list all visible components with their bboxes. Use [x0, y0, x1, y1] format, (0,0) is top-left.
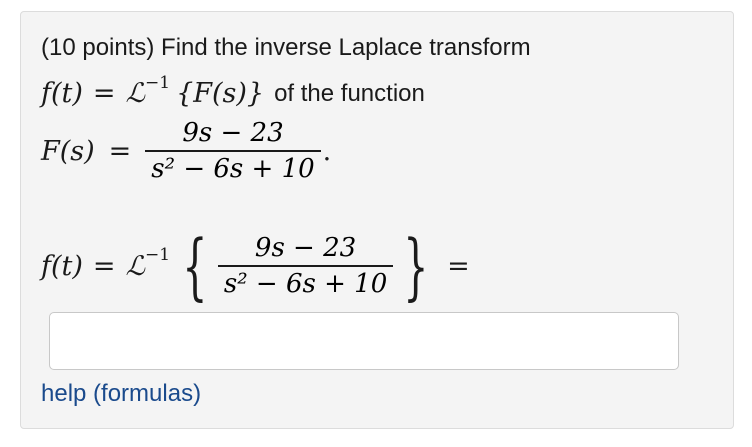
question-prompt: (10 points) Find the inverse Laplace tra…	[41, 34, 531, 61]
F-of-s-argument: {F(s)}	[176, 78, 265, 109]
f-of-t: f(t)	[41, 78, 83, 109]
right-brace: }	[403, 224, 429, 308]
F-of-s: F(s)	[41, 135, 95, 167]
inverse-superscript: −1	[145, 72, 171, 93]
equals-sign: =	[108, 135, 132, 167]
left-brace: {	[182, 224, 208, 308]
answer-expression: f(t) = ℒ −1 { 9s − 23 s² − 6s + 10 } =	[41, 230, 470, 302]
denominator: s² − 6s + 10	[151, 154, 315, 184]
equals-sign: =	[92, 78, 116, 109]
of-the-function-text: of the function	[274, 79, 425, 107]
help-formulas-link[interactable]: help (formulas)	[41, 380, 201, 408]
fraction: 9s − 23 s² − 6s + 10	[145, 116, 321, 186]
function-definition: F(s) = 9s − 23 s² − 6s + 10 .	[41, 116, 331, 186]
laplace-operator: ℒ	[125, 250, 145, 282]
equals-sign: =	[447, 250, 470, 282]
numerator: 9s − 23	[254, 233, 357, 263]
laplace-operator: ℒ	[125, 78, 145, 109]
period: .	[322, 135, 332, 167]
inverse-superscript: −1	[145, 245, 171, 265]
answer-input[interactable]	[49, 312, 679, 370]
f-of-t: f(t)	[41, 250, 83, 282]
denominator: s² − 6s + 10	[223, 269, 388, 299]
fraction: 9s − 23 s² − 6s + 10	[217, 231, 394, 301]
question-card: (10 points) Find the inverse Laplace tra…	[20, 11, 734, 429]
numerator: 9s − 23	[182, 118, 284, 148]
equals-sign: =	[92, 250, 116, 282]
inverse-laplace-definition: f(t) = ℒ −1 {F(s)} of the function	[41, 73, 425, 110]
